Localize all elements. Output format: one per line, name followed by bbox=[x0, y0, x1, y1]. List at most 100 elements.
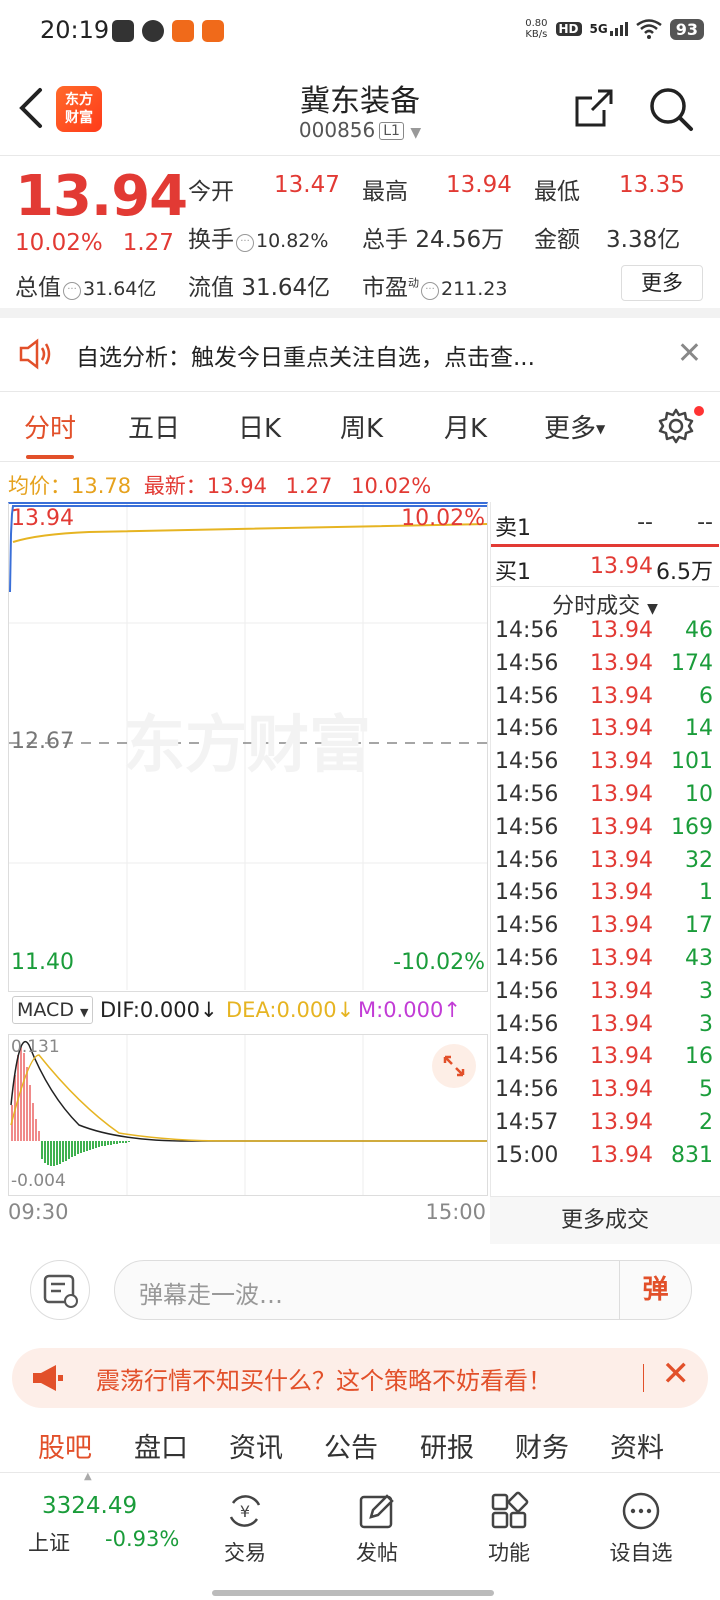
share-icon[interactable] bbox=[574, 88, 614, 128]
buy1-price: 13.94 bbox=[590, 554, 653, 579]
mktcap-label: 总值 bbox=[15, 275, 61, 301]
tab-daily-k[interactable]: 日K bbox=[238, 408, 281, 445]
tick-time: 14:56 bbox=[495, 683, 559, 709]
yuan-cycle-icon: ¥ bbox=[229, 1495, 261, 1527]
tick-volume: 169 bbox=[671, 814, 713, 840]
tab-guba[interactable]: 股吧 bbox=[38, 1426, 92, 1465]
caret-down-icon: ▼ bbox=[647, 601, 658, 617]
tick-price: 13.94 bbox=[590, 716, 653, 742]
tick-row: 14:56 13.94 10 bbox=[491, 782, 719, 815]
bottom-toolbar: ▲ 3324.49 上证 -0.93% ¥ 交易 发帖 功能 设自选 bbox=[0, 1471, 720, 1600]
amount-label: 金额 bbox=[534, 227, 580, 253]
tab-profile[interactable]: 资料 bbox=[610, 1426, 664, 1465]
fullscreen-button[interactable] bbox=[432, 1044, 476, 1088]
danmu-settings-button[interactable] bbox=[30, 1260, 90, 1320]
tick-volume: 6 bbox=[699, 683, 713, 709]
tick-volume: 32 bbox=[685, 847, 713, 873]
functions-button[interactable]: 功能 bbox=[464, 1477, 554, 1567]
tick-volume: 46 bbox=[685, 618, 713, 643]
more-trades-button[interactable]: 更多成交 bbox=[490, 1196, 720, 1244]
tab-news[interactable]: 资讯 bbox=[229, 1426, 283, 1465]
tick-price: 13.94 bbox=[590, 1077, 653, 1103]
tab-monthly-k[interactable]: 月K bbox=[444, 408, 487, 445]
latest-change: 1.27 bbox=[285, 474, 333, 498]
float-field: 流值 31.64亿 bbox=[188, 268, 330, 302]
close-icon[interactable]: ✕ bbox=[662, 1354, 691, 1394]
avg-price-label: 均价： bbox=[8, 474, 71, 498]
tick-price: 13.94 bbox=[590, 913, 653, 939]
macd-chart[interactable]: 0.131 -0.004 bbox=[8, 1034, 488, 1196]
tick-volume: 10 bbox=[685, 782, 713, 807]
pe-field[interactable]: 市盈动··· 211.23 bbox=[362, 268, 507, 302]
tick-row: 14:56 13.94 3 bbox=[491, 979, 719, 1012]
tick-price: 13.94 bbox=[590, 1011, 653, 1037]
tick-time: 15:00 bbox=[495, 1142, 559, 1168]
tick-row: 15:00 13.94 831 bbox=[491, 1143, 719, 1176]
tick-volume: 2 bbox=[699, 1110, 713, 1135]
info-icon: ··· bbox=[421, 282, 439, 300]
wifi-icon bbox=[635, 19, 662, 39]
latest-change-pct: 10.02% bbox=[351, 474, 432, 498]
tick-time: 14:56 bbox=[495, 782, 559, 807]
open-value: 13.47 bbox=[274, 172, 340, 198]
watermark-text: 东方财富 bbox=[123, 708, 371, 781]
tab-pankou[interactable]: 盘口 bbox=[134, 1426, 188, 1465]
tab-intraday[interactable]: 分时 bbox=[24, 408, 76, 459]
tick-header[interactable]: 分时成交 ▼ bbox=[491, 588, 719, 620]
intraday-info-line: 均价：13.78 最新：13.94 1.27 10.02% bbox=[8, 470, 431, 500]
pe-label: 市盈 bbox=[362, 275, 408, 301]
mktcap-field[interactable]: 总值 ··· 31.64亿 bbox=[15, 268, 156, 302]
watchlist-analysis-notice[interactable]: 自选分析：触发今日重点关注自选，点击查... ✕ bbox=[0, 318, 720, 392]
intraday-chart[interactable]: 东方财富 13.94 10.02% 12.67 11.40 -10.02% bbox=[8, 502, 488, 992]
macd-m: M:0.000↑ bbox=[358, 998, 461, 1022]
sell1-label: 卖1 bbox=[495, 516, 531, 541]
pe-dynamic-mark: 动 bbox=[408, 276, 419, 290]
home-indicator[interactable] bbox=[212, 1590, 494, 1596]
tick-row: 14:56 13.94 174 bbox=[491, 651, 719, 684]
top-nav: 东方 财富 冀东装备 000856 L1 ▼ bbox=[0, 64, 720, 156]
post-button[interactable]: 发帖 bbox=[332, 1477, 422, 1567]
close-icon[interactable]: ✕ bbox=[677, 336, 702, 371]
tick-time: 14:56 bbox=[495, 716, 559, 742]
chart-bottom-pct: -10.02% bbox=[393, 950, 485, 975]
danmu-toggle-button[interactable]: 弹 bbox=[619, 1261, 691, 1319]
high-label: 最高 bbox=[362, 179, 408, 205]
macd-bottom-value: -0.004 bbox=[11, 1171, 66, 1191]
chart-top-pct: 10.02% bbox=[401, 506, 485, 531]
tab-more[interactable]: 更多▼ bbox=[544, 408, 605, 445]
trade-button[interactable]: ¥ 交易 bbox=[200, 1477, 290, 1567]
change-percent: 10.02% bbox=[15, 230, 103, 256]
index-change: -0.93% bbox=[105, 1527, 180, 1551]
caret-down-icon: ▼ bbox=[596, 422, 606, 436]
tick-time: 14:56 bbox=[495, 749, 559, 775]
tick-time: 14:56 bbox=[495, 946, 559, 971]
tab-weekly-k[interactable]: 周K bbox=[340, 408, 383, 445]
add-watchlist-button[interactable]: 设自选 bbox=[596, 1477, 686, 1567]
danmu-input[interactable]: 弹幕走一波… 弹 bbox=[114, 1260, 692, 1320]
more-quote-button[interactable]: 更多 bbox=[621, 265, 703, 301]
turnover-field[interactable]: 换手 ··· 10.82% bbox=[188, 220, 328, 254]
notice-text: 自选分析：触发今日重点关注自选，点击查... bbox=[76, 345, 535, 371]
tab-finance[interactable]: 财务 bbox=[515, 1426, 569, 1465]
danmu-bar: 弹幕走一波… 弹 bbox=[0, 1244, 720, 1344]
tab-research[interactable]: 研报 bbox=[420, 1426, 474, 1465]
strategy-promo-banner[interactable]: 震荡行情不知买什么？这个策略不妨看看！ ✕ bbox=[12, 1348, 708, 1408]
tick-volume: 3 bbox=[699, 1011, 713, 1037]
tick-row: 14:56 13.94 169 bbox=[491, 815, 719, 848]
add-watchlist-label: 设自选 bbox=[609, 1541, 673, 1565]
gear-icon[interactable] bbox=[658, 408, 694, 444]
tab-five-day[interactable]: 五日 bbox=[128, 408, 180, 445]
tab-announcements[interactable]: 公告 bbox=[324, 1426, 378, 1465]
tick-row: 14:56 13.94 5 bbox=[491, 1077, 719, 1110]
search-icon[interactable] bbox=[648, 86, 694, 132]
svg-text:¥: ¥ bbox=[240, 1502, 250, 1521]
net-speed-value: 0.80 bbox=[525, 18, 548, 29]
index-name: 上证 bbox=[28, 1531, 70, 1555]
tick-row: 14:56 13.94 101 bbox=[491, 749, 719, 782]
indicator-selector[interactable]: MACD ▼ bbox=[12, 996, 94, 1024]
info-icon: ··· bbox=[63, 282, 81, 300]
indicator-selector-label: MACD bbox=[17, 999, 74, 1021]
megaphone-icon bbox=[33, 1365, 63, 1391]
functions-label: 功能 bbox=[488, 1541, 530, 1565]
tick-time: 14:56 bbox=[495, 650, 559, 676]
